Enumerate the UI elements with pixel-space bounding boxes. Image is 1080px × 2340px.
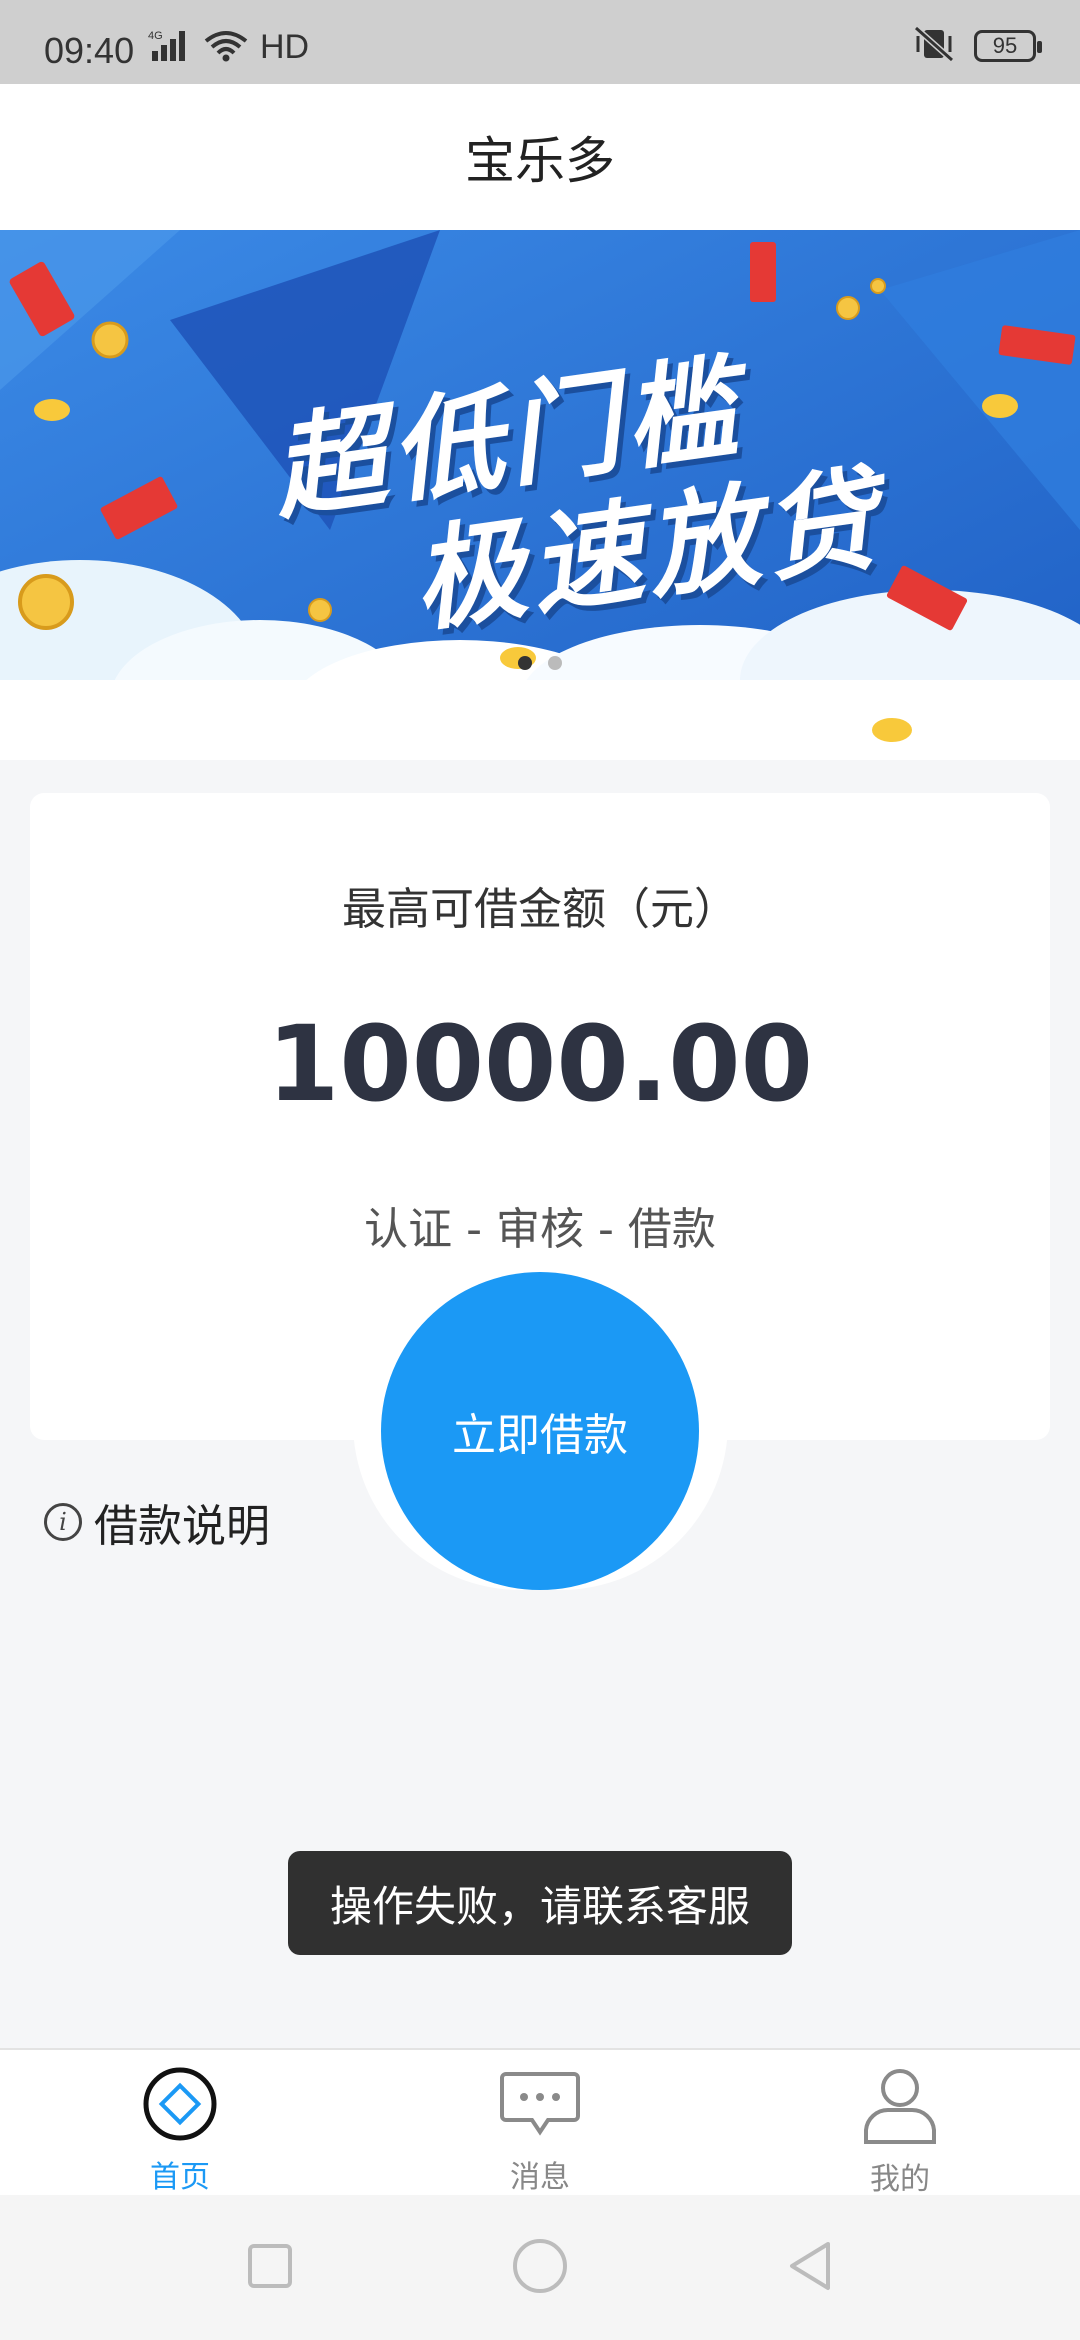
message-bubble-icon	[500, 2066, 580, 2146]
max-loan-amount: 10000.00	[266, 1003, 814, 1125]
profile-person-icon	[860, 2066, 940, 2148]
tab-home-label: 首页	[150, 2160, 210, 2195]
signal-icon: 4G	[148, 29, 192, 67]
status-bar: 09:40 4G HD 95	[0, 0, 1080, 84]
apply-loan-button[interactable]: 立即借款	[381, 1272, 699, 1590]
system-nav-bar	[0, 2195, 1080, 2340]
back-triangle-icon[interactable]	[786, 2240, 834, 2296]
home-circle-icon[interactable]	[512, 2238, 568, 2298]
loan-steps: 认证 - 审核 - 借款	[364, 1204, 716, 1255]
status-icons-left: 4G HD	[148, 28, 309, 67]
home-diamond-icon	[142, 2066, 218, 2146]
loan-info-link[interactable]: i 借款说明	[44, 1490, 270, 1554]
battery-indicator: 95	[974, 30, 1042, 62]
svg-text:4G: 4G	[148, 30, 163, 42]
tab-messages-label: 消息	[510, 2160, 570, 2195]
toast-message: 操作失败，请联系客服	[288, 1851, 792, 1955]
bottom-tab-bar: 首页 消息 我的	[0, 2048, 1080, 2197]
tab-home[interactable]: 首页	[0, 2050, 360, 2195]
promo-banner[interactable]: 超低门槛 极速放贷	[0, 230, 1080, 760]
status-icons-right: 95	[912, 25, 1042, 66]
banner-pagination	[0, 656, 1080, 670]
wifi-icon	[204, 29, 248, 67]
vibrate-mute-icon	[912, 25, 956, 66]
app-header: 宝乐多	[0, 84, 1080, 230]
hd-indicator: HD	[260, 28, 310, 66]
page-title: 宝乐多	[465, 132, 615, 190]
banner-slogan: 超低门槛 极速放贷	[0, 230, 1080, 760]
loan-info-label: 借款说明	[94, 1501, 270, 1552]
tab-profile[interactable]: 我的	[720, 2050, 1080, 2197]
tab-profile-label: 我的	[870, 2162, 930, 2197]
max-loan-label: 最高可借金额（元）	[342, 884, 738, 935]
tab-messages[interactable]: 消息	[360, 2050, 720, 2195]
recent-apps-icon[interactable]	[247, 2243, 293, 2293]
info-icon: i	[44, 1503, 82, 1541]
status-time: 09:40	[44, 30, 135, 71]
banner-dot-2[interactable]	[548, 656, 562, 670]
banner-dot-1[interactable]	[518, 656, 532, 670]
